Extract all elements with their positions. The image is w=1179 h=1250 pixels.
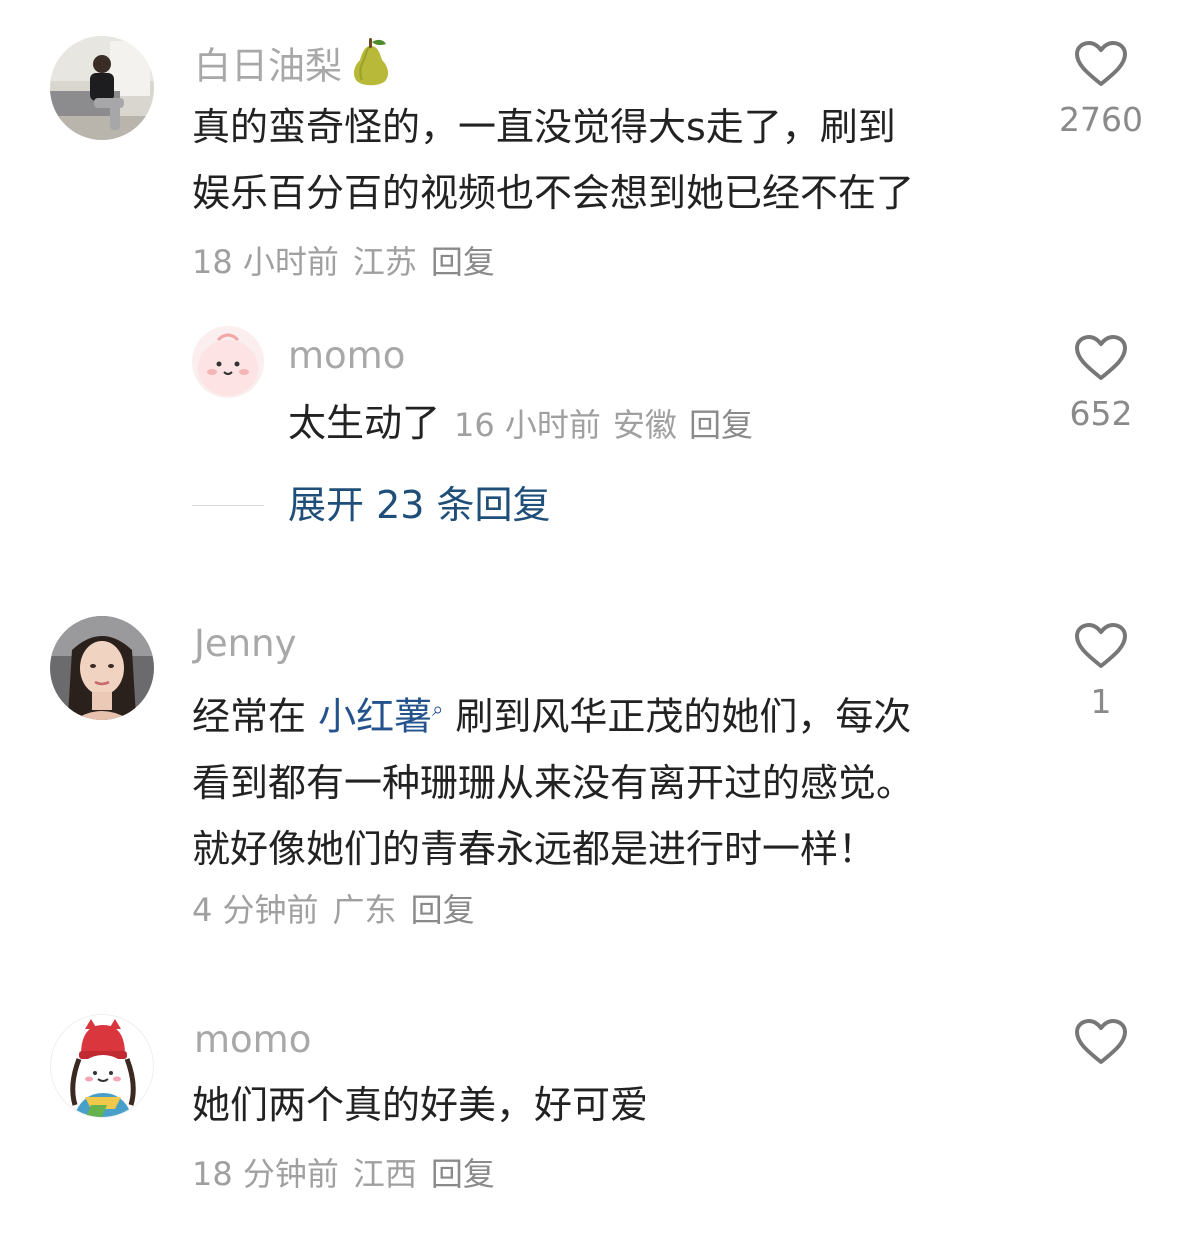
search-icon[interactable]: ⌕ — [432, 697, 443, 721]
username[interactable]: 白日油梨 — [194, 36, 394, 100]
username-text: 白日油梨 — [194, 44, 342, 88]
reply-button[interactable]: 回复 — [411, 891, 475, 929]
avatar[interactable] — [50, 616, 154, 720]
comment-meta: 4 分钟前 广东 回复 — [192, 888, 489, 932]
comment-line: 真的蛮奇怪的，一直没觉得大s走了，刷到 — [192, 105, 896, 149]
like-button[interactable]: 2760 — [1046, 40, 1156, 140]
comment-meta: 16 小时前 安徽 回复 — [454, 406, 765, 444]
heart-outline-icon — [1075, 335, 1127, 380]
reply-button[interactable]: 回复 — [431, 243, 495, 281]
comment-meta: 18 分钟前 江西 回复 — [192, 1152, 509, 1196]
comment-line: 看到都有一种珊珊从来没有离开过的感觉。 — [192, 760, 915, 805]
text-segment: 刷到风华正茂的她们，每次 — [443, 694, 912, 739]
like-button[interactable]: 1 — [1046, 622, 1156, 722]
like-count: 2760 — [1059, 100, 1143, 139]
comment-line: 就好像她们的青春永远都是进行时一样！ — [192, 826, 877, 871]
avatar[interactable] — [50, 1014, 154, 1118]
like-button[interactable] — [1046, 1018, 1156, 1078]
heart-outline-icon — [1075, 41, 1127, 86]
comment-line: 经常在 小红薯⌕ 刷到风华正茂的她们，每次 — [192, 676, 1022, 750]
comment-time: 4 分钟前 — [192, 891, 319, 929]
comment-line: 娱乐百分百的视频也不会想到她已经不在了 — [192, 171, 915, 215]
comment-time: 16 小时前 — [454, 406, 601, 444]
comment-line: 太生动了 16 小时前 安徽 回复 — [288, 390, 1118, 458]
comment-location: 安徽 — [612, 406, 677, 444]
comment-time: 18 分钟前 — [192, 1155, 339, 1193]
avatar[interactable] — [50, 36, 154, 140]
divider — [192, 505, 264, 506]
like-count: 1 — [1090, 682, 1112, 721]
comment-location: 江苏 — [352, 243, 417, 281]
comment-text: 真的蛮奇怪的，一直没觉得大s走了，刷到 娱乐百分百的视频也不会想到她已经不在了 — [192, 94, 1022, 226]
username[interactable]: Jenny — [194, 620, 296, 668]
comment-location: 江西 — [352, 1155, 417, 1193]
heart-outline-icon — [1075, 623, 1127, 668]
comment-location: 广东 — [332, 891, 397, 929]
comment-time: 18 小时前 — [192, 243, 339, 281]
like-button[interactable]: 652 — [1046, 334, 1156, 434]
comment-line: 她们两个真的好美，好可爱 — [192, 1083, 649, 1127]
reply-text: 太生动了 — [288, 401, 441, 445]
like-count: 652 — [1069, 394, 1133, 433]
reply-button[interactable]: 回复 — [689, 406, 753, 444]
search-link[interactable]: 小红薯 — [318, 695, 432, 739]
heart-outline-icon — [1075, 1019, 1127, 1064]
comment-text: 太生动了 16 小时前 安徽 回复 — [288, 390, 1118, 458]
avatar[interactable] — [192, 326, 264, 398]
comment-text: 经常在 小红薯⌕ 刷到风华正茂的她们，每次 看到都有一种珊珊从来没有离开过的感觉… — [192, 676, 1022, 882]
comment-meta: 18 小时前 江苏 回复 — [192, 240, 509, 284]
pear-emoji-icon — [348, 36, 394, 100]
username[interactable]: momo — [288, 332, 405, 380]
expand-replies-button[interactable]: 展开 23 条回复 — [288, 480, 551, 530]
username[interactable]: momo — [194, 1016, 311, 1064]
reply-button[interactable]: 回复 — [431, 1155, 495, 1193]
comment-text: 她们两个真的好美，好可爱 — [192, 1072, 1022, 1138]
text-segment: 经常在 — [192, 694, 319, 739]
